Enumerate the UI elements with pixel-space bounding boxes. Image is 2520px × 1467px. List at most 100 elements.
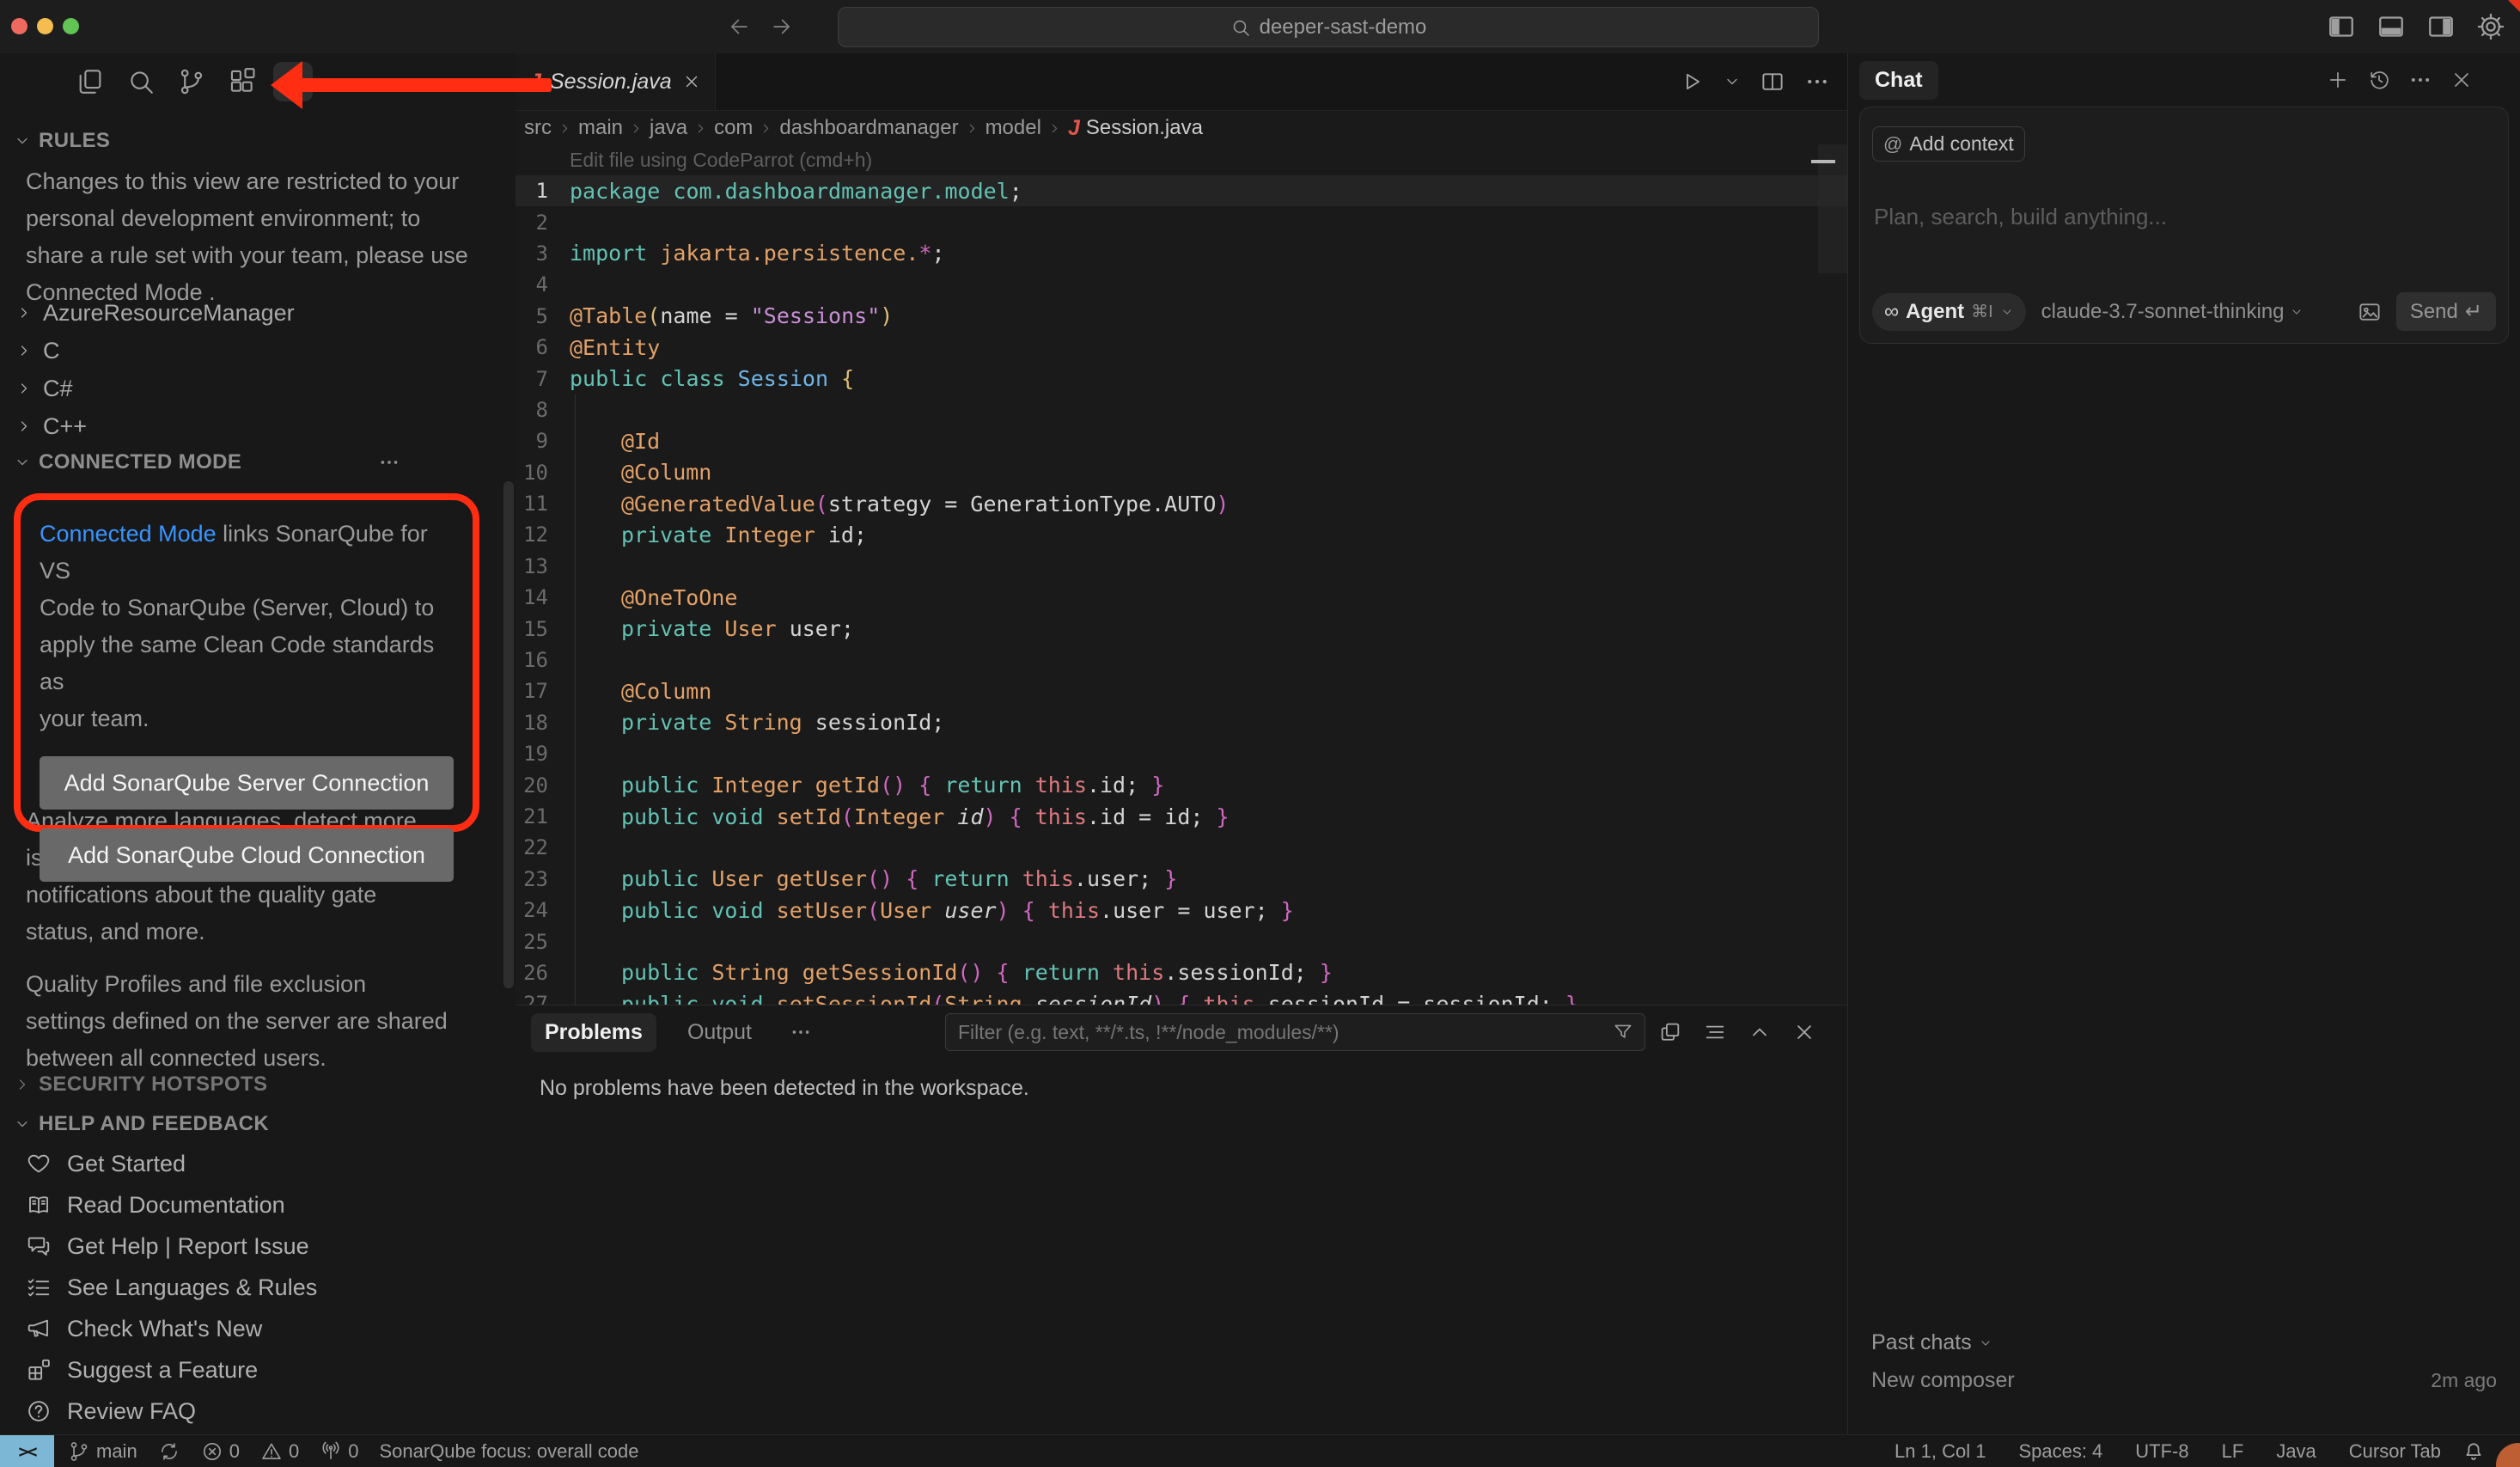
sidebar-scrollbar[interactable] [503,481,514,988]
breadcrumb-item[interactable]: main [578,116,623,140]
view-as-list-icon[interactable] [1703,1020,1727,1044]
section-header-help-and-feedback[interactable]: HELP AND FEEDBACK [0,1112,269,1136]
tab-session-java[interactable]: J Session.java [516,53,716,110]
toggle-panel-icon[interactable] [2376,11,2407,42]
help-item[interactable]: Get Help | Report Issue [26,1226,498,1267]
maximize-panel-icon[interactable] [1748,1020,1772,1044]
code-line[interactable]: 9@Id [516,425,1847,456]
code-line[interactable]: 27public void setSessionId(String sessio… [516,988,1847,1006]
panel-tab-problems[interactable]: Problems [531,1013,656,1052]
code-line[interactable]: 19 [516,738,1847,769]
add-sonarqube-server-connection-button[interactable]: Add SonarQube Server Connection [40,756,454,810]
breadcrumb-item[interactable]: dashboardmanager [779,116,958,140]
command-center-search[interactable]: deeper-sast-demo [838,7,1819,47]
code-line[interactable]: 18private String sessionId; [516,707,1847,738]
code-line[interactable]: 3import jakarta.persistence.*; [516,238,1847,269]
chat-input-card[interactable]: @ Add context Plan, search, build anythi… [1859,107,2509,344]
code-line[interactable]: 1package com.dashboardmanager.model; [516,175,1847,206]
files-icon[interactable] [70,62,110,101]
code-line[interactable]: 15private User user; [516,613,1847,644]
run-file-icon[interactable] [1679,69,1705,95]
toggle-sidebar-icon[interactable] [2326,11,2357,42]
status-item[interactable]: SonarQube focus: overall code [379,1440,638,1463]
editor-more-actions-icon[interactable] [1804,69,1830,95]
rules-language-item[interactable]: C++ [15,407,498,445]
code-line[interactable]: 11@GeneratedValue(strategy = GenerationT… [516,488,1847,519]
status-item[interactable]: Ln 1, Col 1 [1895,1440,1986,1463]
status-item[interactable]: Cursor Tab [2349,1440,2441,1463]
code-line[interactable]: 20public Integer getId() { return this.i… [516,769,1847,800]
status-item[interactable]: 0 [260,1440,299,1463]
chat-more-icon[interactable] [2408,68,2432,92]
agent-mode-selector[interactable]: ∞ Agent ⌘I [1872,293,2026,331]
status-item[interactable]: main [68,1440,137,1463]
code-line[interactable]: 4 [516,269,1847,300]
code-line[interactable]: 5@Table(name = "Sessions") [516,301,1847,332]
status-item[interactable]: Java [2276,1440,2316,1463]
status-item[interactable]: Spaces: 4 [2018,1440,2102,1463]
rules-language-item[interactable]: AzureResourceManager [15,294,498,332]
more-actions-icon[interactable] [378,451,400,474]
section-header-rules[interactable]: RULES [0,129,110,153]
code-line[interactable]: 12private Integer id; [516,519,1847,550]
run-dropdown-icon[interactable] [1724,73,1741,90]
zoom-window-button[interactable] [63,18,79,34]
status-item[interactable] [158,1440,180,1463]
toggle-secondary-sidebar-icon[interactable] [2425,11,2456,42]
notifications-bell-icon[interactable] [2462,1439,2486,1464]
model-selector[interactable]: claude-3.7-sonnet-thinking [2041,300,2303,324]
filter-icon[interactable] [1612,1021,1634,1043]
code-line[interactable]: 25 [516,926,1847,957]
history-forward-button[interactable] [769,14,795,40]
send-button[interactable]: Send ↵ [2396,292,2496,331]
split-editor-icon[interactable] [1760,69,1785,95]
remote-indicator[interactable]: >< [0,1435,54,1467]
panel-tab-output[interactable]: Output [674,1013,766,1052]
code-line[interactable]: 23public User getUser() { return this.us… [516,864,1847,895]
add-sonarqube-cloud-connection-button[interactable]: Add SonarQube Cloud Connection [40,828,454,882]
code-line[interactable]: 7public class Session { [516,363,1847,394]
code-line[interactable]: 16 [516,645,1847,675]
breadcrumb-item[interactable]: src [524,116,552,140]
help-item[interactable]: Check What's New [26,1308,498,1349]
minimize-window-button[interactable] [37,18,53,34]
help-item[interactable]: Get Started [26,1143,498,1184]
section-header-security-hotspots[interactable]: SECURITY HOTSPOTS [0,1073,267,1097]
code-line[interactable]: 8 [516,394,1847,425]
panel-more-icon[interactable] [790,1021,812,1043]
breadcrumb-item[interactable]: model [985,116,1041,140]
close-panel-icon[interactable] [1792,1020,1816,1044]
code-line[interactable]: 13 [516,551,1847,582]
help-item[interactable]: Suggest a Feature [26,1349,498,1391]
sonarqube-icon[interactable] [273,62,313,101]
close-chat-icon[interactable] [2450,68,2474,92]
code-line[interactable]: 6@Entity [516,332,1847,363]
status-item[interactable]: 0 [320,1440,358,1463]
open-in-editor-icon[interactable] [1658,1020,1682,1044]
help-item[interactable]: See Languages & Rules [26,1267,498,1308]
close-tab-icon[interactable] [682,72,701,91]
inline-ai-hint[interactable]: Edit file using CodeParrot (cmd+h) [516,144,1847,175]
breadcrumb-item[interactable]: java [650,116,687,140]
status-item[interactable]: UTF-8 [2135,1440,2188,1463]
code-line[interactable]: 17@Column [516,675,1847,706]
chat-input-placeholder[interactable]: Plan, search, build anything... [1874,204,2167,230]
code-line[interactable]: 10@Column [516,457,1847,488]
help-item[interactable]: Read Documentation [26,1184,498,1226]
connected-mode-link[interactable]: Connected Mode [40,521,217,547]
minimap[interactable] [1818,144,1847,273]
section-header-connected-mode[interactable]: CONNECTED MODE [0,450,502,474]
problems-filter[interactable] [945,1013,1645,1051]
tab-chat[interactable]: Chat [1859,61,1938,100]
breadcrumb-item[interactable]: com [714,116,753,140]
settings-gear-icon[interactable] [2475,11,2506,42]
past-chat-item[interactable]: New composer 2m ago [1871,1368,2497,1393]
breadcrumb-file[interactable]: Session.java [1086,116,1203,140]
extensions-icon[interactable] [223,62,262,101]
status-item[interactable]: LF [2222,1440,2244,1463]
problems-filter-input[interactable] [956,1020,1612,1045]
source-control-icon[interactable] [172,62,211,101]
status-item[interactable]: 0 [201,1440,240,1463]
attach-image-icon[interactable] [2357,299,2383,325]
code-line[interactable]: 22 [516,832,1847,863]
